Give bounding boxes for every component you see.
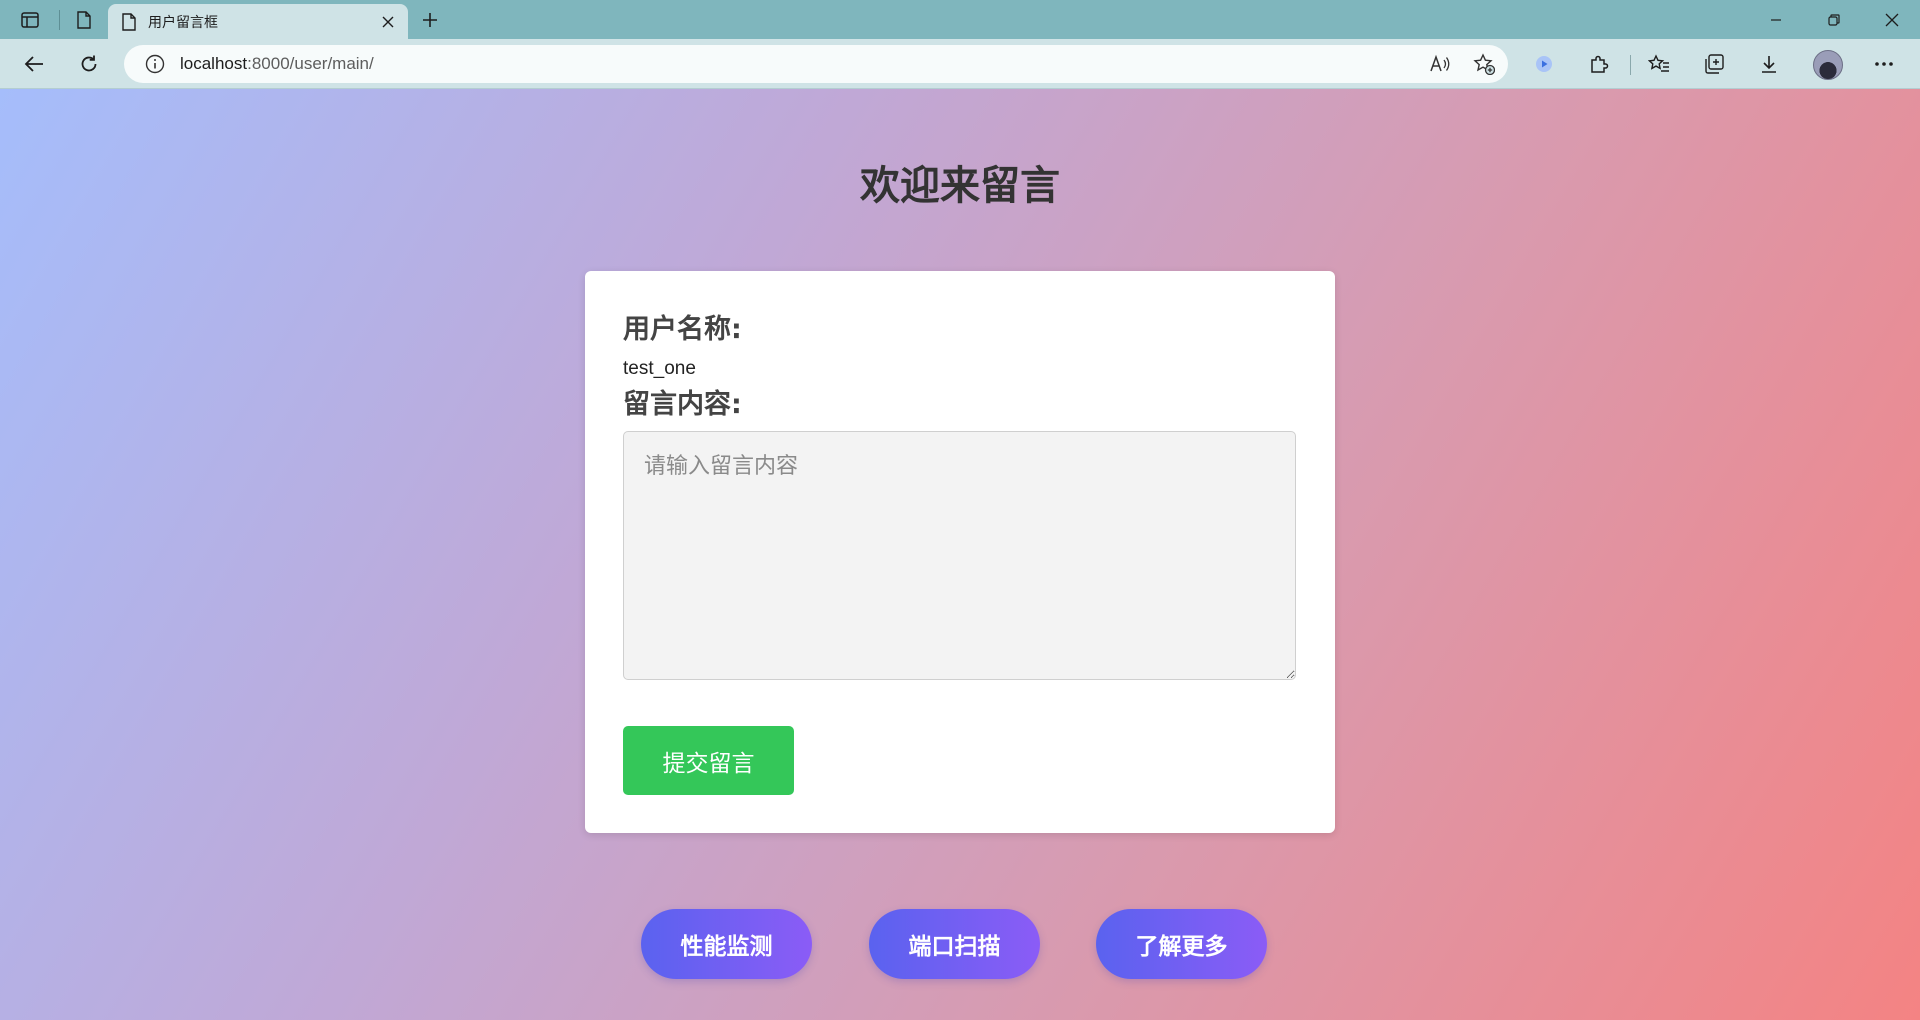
performance-monitor-button[interactable]: 性能监测 bbox=[641, 909, 812, 979]
pinned-tab[interactable] bbox=[62, 4, 106, 36]
url-path: :8000/user/main/ bbox=[247, 54, 374, 73]
minimize-icon bbox=[1771, 18, 1781, 21]
active-tab[interactable]: 用户留言框 bbox=[108, 4, 408, 40]
page-viewport: 欢迎来留言 用户名称: test_one 留言内容: 提交留言 性能监测 端口扫… bbox=[0, 89, 1920, 1020]
downloads-button[interactable] bbox=[1751, 47, 1787, 81]
new-tab-button[interactable] bbox=[414, 4, 446, 36]
page-title: 欢迎来留言 bbox=[860, 163, 1060, 209]
more-dots-icon bbox=[1875, 62, 1893, 66]
tab-close-button[interactable] bbox=[372, 8, 404, 36]
refresh-button[interactable] bbox=[71, 47, 107, 81]
star-add-icon bbox=[1473, 53, 1495, 75]
extensions-button[interactable] bbox=[1581, 47, 1617, 81]
browser-tab-bar: 用户留言框 bbox=[0, 0, 1920, 40]
play-icon bbox=[1536, 56, 1552, 72]
port-scan-button[interactable]: 端口扫描 bbox=[869, 909, 1040, 979]
username-value: test_one bbox=[623, 358, 696, 379]
restore-icon bbox=[1828, 13, 1840, 26]
add-favorite-button[interactable] bbox=[1468, 49, 1500, 79]
back-button[interactable] bbox=[16, 47, 52, 81]
username-label: 用户名称: bbox=[623, 314, 742, 345]
read-aloud-button[interactable] bbox=[1424, 49, 1456, 79]
favorites-button[interactable] bbox=[1641, 47, 1677, 81]
back-arrow-icon bbox=[24, 56, 43, 72]
url-host: localhost bbox=[180, 54, 248, 73]
close-icon bbox=[1885, 13, 1899, 26]
collections-icon bbox=[1705, 54, 1724, 74]
favorites-star-icon bbox=[1648, 54, 1669, 72]
address-bar[interactable]: localhost:8000/user/main/ bbox=[124, 45, 1508, 83]
profile-avatar[interactable] bbox=[1813, 50, 1843, 80]
puzzle-icon bbox=[1591, 55, 1609, 73]
download-icon bbox=[1762, 56, 1776, 73]
minimize-button[interactable] bbox=[1748, 0, 1804, 39]
page-icon bbox=[77, 11, 91, 29]
message-label: 留言内容: bbox=[623, 389, 742, 420]
window-close-button[interactable] bbox=[1864, 0, 1920, 39]
restore-button[interactable] bbox=[1806, 0, 1862, 39]
url-text: localhost:8000/user/main/ bbox=[180, 54, 374, 74]
learn-more-button[interactable]: 了解更多 bbox=[1096, 909, 1267, 979]
sidebar-toggle-button[interactable] bbox=[8, 4, 52, 36]
message-form-card: 用户名称: test_one 留言内容: 提交留言 bbox=[585, 271, 1335, 833]
refresh-icon bbox=[81, 55, 97, 72]
plus-icon bbox=[423, 13, 437, 27]
toolbar-divider bbox=[1630, 55, 1631, 75]
browser-toolbar: localhost:8000/user/main/ bbox=[0, 39, 1920, 89]
settings-menu-button[interactable] bbox=[1866, 47, 1902, 81]
page-icon bbox=[122, 13, 136, 31]
site-info-icon[interactable] bbox=[144, 53, 166, 75]
submit-message-button[interactable]: 提交留言 bbox=[623, 726, 794, 795]
tab-title: 用户留言框 bbox=[148, 15, 218, 31]
collections-button[interactable] bbox=[1696, 47, 1732, 81]
message-textarea[interactable] bbox=[623, 431, 1296, 680]
tab-actions-icon bbox=[21, 12, 39, 28]
tab-divider bbox=[59, 10, 60, 30]
media-control-button[interactable] bbox=[1526, 47, 1562, 81]
close-icon bbox=[382, 16, 394, 28]
read-aloud-icon bbox=[1430, 54, 1450, 72]
